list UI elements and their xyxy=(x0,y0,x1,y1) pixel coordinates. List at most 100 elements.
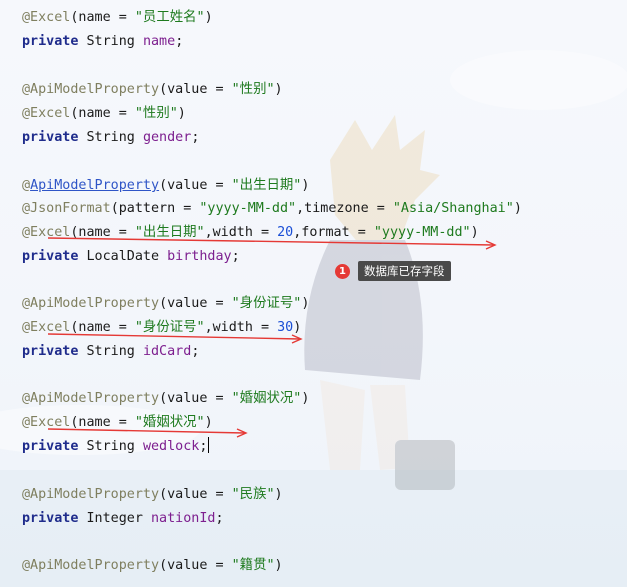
code-token: (name = xyxy=(70,320,135,335)
code-token: private xyxy=(22,34,79,49)
code-line[interactable]: @ApiModelProperty(value = "民族") xyxy=(22,485,283,505)
code-line[interactable]: private String name; xyxy=(22,32,183,52)
code-token: @Excel xyxy=(22,415,71,430)
code-token: "身份证号" xyxy=(231,296,302,311)
code-token: (value = xyxy=(159,296,232,311)
code-line[interactable]: @Excel(name = "出生日期",width = 20,format =… xyxy=(22,223,479,243)
code-token: "yyyy-MM-dd" xyxy=(199,201,297,216)
code-line[interactable]: @ApiModelProperty(value = "婚姻状况") xyxy=(22,389,309,409)
code-token: ) xyxy=(274,558,283,573)
code-token: private xyxy=(22,130,79,145)
code-token: idCard xyxy=(142,344,192,359)
code-line[interactable]: @ApiModelProperty(value = "籍贯") xyxy=(22,556,283,576)
code-token: ) xyxy=(513,201,522,216)
code-line[interactable]: @ApiModelProperty(value = "身份证号") xyxy=(22,294,309,314)
code-token: ) xyxy=(301,178,310,193)
code-token: @ xyxy=(22,178,31,193)
annotation-label: 数据库已存字段 xyxy=(358,261,451,281)
code-token: "身份证号" xyxy=(134,320,205,335)
code-line[interactable]: @Excel(name = "婚姻状况") xyxy=(22,413,213,433)
text-cursor xyxy=(208,437,210,453)
code-line[interactable]: @Excel(name = "性别") xyxy=(22,104,186,124)
code-token: "性别" xyxy=(134,106,178,121)
code-token: "Asia/Shanghai" xyxy=(392,201,514,216)
code-line[interactable]: @Excel(name = "身份证号",width = 30) xyxy=(22,318,301,338)
code-token: @ApiModelProperty xyxy=(22,558,160,573)
code-token: ,format = xyxy=(293,225,374,240)
code-token: ) xyxy=(274,487,283,502)
code-token: (value = xyxy=(159,391,232,406)
code-token: private xyxy=(22,511,79,526)
code-token: @ApiModelProperty xyxy=(22,296,160,311)
code-token: private xyxy=(22,249,79,264)
code-line[interactable]: @Excel(name = "员工姓名") xyxy=(22,8,213,28)
code-token: (pattern = xyxy=(110,201,200,216)
code-token: (name = xyxy=(70,106,135,121)
code-line[interactable]: @ApiModelProperty(value = "出生日期") xyxy=(22,176,309,196)
code-token: String xyxy=(78,130,143,145)
code-line[interactable]: @ApiModelProperty(value = "性别") xyxy=(22,80,283,100)
code-token: "yyyy-MM-dd" xyxy=(373,225,471,240)
code-token: (name = xyxy=(70,10,135,25)
code-token: @JsonFormat xyxy=(22,201,111,216)
code-token: ) xyxy=(177,106,186,121)
code-token: nationId xyxy=(151,511,216,526)
annotation-number-badge: 1 xyxy=(335,263,350,279)
code-token: ) xyxy=(470,225,479,240)
code-token: "出生日期" xyxy=(134,225,205,240)
code-token: name xyxy=(142,34,176,49)
code-token: (value = xyxy=(159,558,232,573)
code-token: Integer xyxy=(78,511,151,526)
code-token: (name = xyxy=(70,415,135,430)
code-token: 20 xyxy=(277,225,294,240)
code-token: private xyxy=(22,439,79,454)
code-token: @ApiModelProperty xyxy=(22,487,160,502)
code-token: "性别" xyxy=(231,82,275,97)
code-token: ; xyxy=(191,344,200,359)
code-token: "出生日期" xyxy=(231,178,302,193)
code-token: LocalDate xyxy=(78,249,168,264)
code-token: ; xyxy=(175,34,184,49)
code-token: ,width = xyxy=(204,320,278,335)
code-token: "籍贯" xyxy=(231,558,275,573)
code-token: 30 xyxy=(277,320,294,335)
code-line[interactable]: private String wedlock; xyxy=(22,437,210,457)
code-token: ) xyxy=(204,10,213,25)
code-token: ; xyxy=(199,439,208,454)
code-token: @Excel xyxy=(22,10,71,25)
code-line[interactable]: private String idCard; xyxy=(22,342,199,362)
annotation-callout: 1 数据库已存字段 xyxy=(335,260,451,282)
code-line[interactable]: @JsonFormat(pattern = "yyyy-MM-dd",timez… xyxy=(22,199,522,219)
code-token: (value = xyxy=(159,487,232,502)
code-editor[interactable]: @Excel(name = "员工姓名") private String name… xyxy=(0,0,627,587)
code-token: ,timezone = xyxy=(296,201,393,216)
code-token: ) xyxy=(274,82,283,97)
code-token: ; xyxy=(191,130,200,145)
code-token: @ApiModelProperty xyxy=(22,391,160,406)
code-token: (name = xyxy=(70,225,135,240)
code-token: birthday xyxy=(167,249,232,264)
code-token: wedlock xyxy=(142,439,200,454)
code-token: ) xyxy=(301,296,310,311)
code-token: String xyxy=(78,344,143,359)
code-token: @Excel xyxy=(22,320,71,335)
code-token: "婚姻状况" xyxy=(134,415,205,430)
code-token: ) xyxy=(301,391,310,406)
code-token: @Excel xyxy=(22,225,71,240)
code-token: @ApiModelProperty xyxy=(22,82,160,97)
code-line[interactable]: private Integer nationId; xyxy=(22,509,224,529)
code-line[interactable]: private String gender; xyxy=(22,128,199,148)
code-token: String xyxy=(78,34,143,49)
code-token: ; xyxy=(215,511,224,526)
code-token: ,width = xyxy=(204,225,278,240)
code-token: ; xyxy=(231,249,240,264)
code-token: gender xyxy=(142,130,192,145)
code-token: "民族" xyxy=(231,487,275,502)
code-token: "婚姻状况" xyxy=(231,391,302,406)
code-token: ) xyxy=(293,320,302,335)
code-token: ) xyxy=(204,415,213,430)
code-line[interactable]: private LocalDate birthday; xyxy=(22,247,240,267)
code-token: private xyxy=(22,344,79,359)
code-token: "员工姓名" xyxy=(134,10,205,25)
code-token: (value = xyxy=(159,178,232,193)
